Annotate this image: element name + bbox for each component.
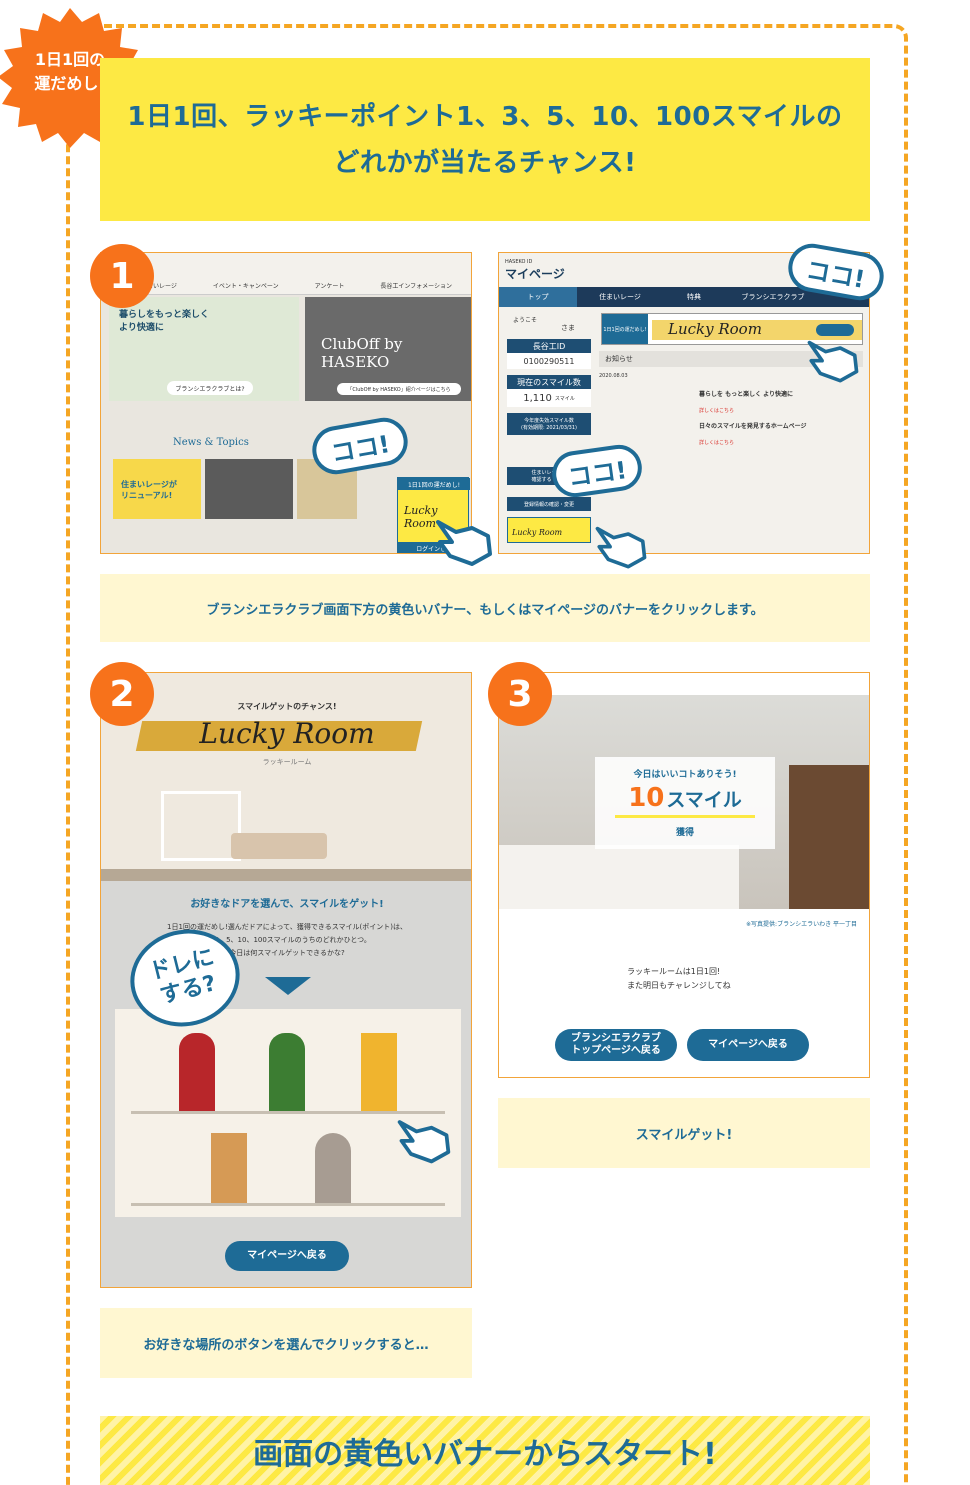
bottom-banner: 画面の黄色いバナーからスタート!: [100, 1416, 870, 1485]
tab-tokuten[interactable]: 特典: [663, 287, 725, 307]
mypage-screenshot: HASEKO ID マイページ トップ 住まいレージ 特典 ブランシエラクラブ …: [498, 252, 870, 554]
id-value: 0100290511: [507, 353, 591, 369]
door-gray[interactable]: [315, 1133, 351, 1203]
caption-1: ブランシエラクラブ画面下方の黄色いバナー、もしくはマイページのバナーをクリックし…: [100, 574, 870, 642]
headline-line2: どれかが当たるチャンス!: [333, 147, 637, 178]
door-green[interactable]: [269, 1033, 305, 1111]
nav-item[interactable]: 長谷工インフォメーション: [380, 281, 452, 290]
door-red[interactable]: [179, 1033, 215, 1111]
tab-sumaireji[interactable]: 住まいレージ: [577, 287, 663, 307]
sofa: [231, 833, 327, 859]
result-get: 獲得: [675, 828, 694, 838]
notice2-title: 日々のスマイルを発見するホームページ: [699, 423, 807, 430]
result-card: 今日はいいコトありそう! 10 スマイル 獲得: [595, 757, 775, 849]
smile-box: 1,110 スマイル: [507, 389, 591, 407]
notice1-title: 暮らしを もっと楽しく より快適に: [699, 391, 794, 398]
step2-back-button[interactable]: マイページへ戻る: [225, 1241, 349, 1271]
lucky-banner-text: Lucky Room: [668, 320, 762, 338]
caption-2: お好きな場所のボタンを選んでクリックすると…: [100, 1308, 472, 1378]
step3-screenshot: 今日はいいコトありそう! 10 スマイル 獲得 ※写真提供:ブランシエラいわき …: [498, 672, 870, 1078]
bed: [499, 845, 739, 909]
pointer-hand-icon: [397, 1120, 451, 1164]
wood-wall: [789, 765, 869, 909]
smile-label: 現在のスマイル数: [507, 375, 591, 389]
step2-sub-top: スマイルゲットのチャンス!: [237, 702, 337, 711]
door-yellow[interactable]: [361, 1033, 397, 1111]
result-unit: スマイル: [666, 789, 742, 811]
headline-box: 1日1回、ラッキーポイント1、3、5、10、100スマイルの どれかが当たるチャ…: [100, 58, 870, 221]
mypage-back-button[interactable]: マイページへ戻る: [687, 1029, 809, 1061]
tab-top[interactable]: トップ: [499, 287, 577, 307]
lucky-room-header: スマイルゲットのチャンス! Lucky Room ラッキールーム: [101, 673, 471, 881]
result-top: 今日はいいコトありそう!: [633, 770, 737, 780]
nav-item[interactable]: アンケート: [315, 281, 345, 290]
cluboff-title: ClubOff by HASEKO: [321, 335, 403, 371]
smile-unit: スマイル: [554, 395, 575, 402]
mypage-title: マイページ: [505, 267, 565, 281]
news-title: News & Topics: [173, 437, 249, 448]
result-msg1: ラッキールームは1日1回!: [627, 967, 721, 976]
pointer-hand-icon: [595, 526, 647, 569]
step2-title: Lucky Room: [199, 717, 375, 750]
id-label: 長谷工ID: [507, 339, 591, 353]
bottom-banner-text: 画面の黄色いバナーからスタート!: [253, 1437, 717, 1472]
step2-kana: ラッキールーム: [262, 758, 312, 766]
hero-image: 暮らしをもっと楽しく より快適に ブランシエラクラブとは?: [109, 297, 299, 401]
result-msg2: また明日もチャレンジしてね: [627, 981, 731, 990]
step1-number: 1: [90, 244, 154, 308]
nav-item[interactable]: イベント・キャンペーン: [213, 281, 279, 290]
smile-value: 1,110: [523, 392, 552, 404]
welcome-text: ようこそ: [513, 317, 538, 324]
bottom-lucky: Lucky Room: [512, 528, 563, 537]
news-card-cluboff[interactable]: [205, 459, 293, 519]
result-amount-row: 10 スマイル: [595, 783, 775, 813]
sama-text: さま: [561, 324, 575, 332]
news-card[interactable]: 住まいレージが リニューアル!: [113, 459, 201, 519]
hero-button[interactable]: ブランシエラクラブとは?: [167, 381, 253, 395]
pointer-hand-icon: [807, 340, 859, 383]
page: 1日1回の 運だめし! 1日1回、ラッキーポイント1、3、5、10、100スマイ…: [0, 0, 970, 1485]
banner-title: 1日1回の運だめし!: [398, 478, 470, 490]
photo-credit: ※写真提供:ブランシエラいわき 平一丁目: [746, 921, 857, 928]
step1-nav: 住まいレージ イベント・キャンペーン アンケート 長谷工インフォメーション: [141, 281, 452, 290]
lucky-banner-small: 1日1回の運だめし!: [602, 314, 648, 344]
result-message: ラッキールームは1日1回! また明日もチャレンジしてね: [627, 965, 731, 993]
result-amount: 10: [628, 783, 665, 813]
expire-label: 今年度失効スマイル数 (有効期限: 2021/03/31): [507, 413, 591, 435]
notice1-link[interactable]: 詳しくはこちら: [699, 407, 734, 414]
cluboff-link[interactable]: 「ClubOff by HASEKO」紹介ページはこちら: [337, 383, 461, 395]
pointer-hand-icon: [436, 520, 492, 566]
door-wood[interactable]: [211, 1133, 247, 1203]
step2-heading: お好きなドアを選んで、スマイルをゲット!: [190, 899, 384, 910]
mypage-bottom-banner[interactable]: Lucky Room: [507, 517, 591, 543]
step3-number: 3: [488, 662, 552, 726]
club-top-button[interactable]: ブランシエラクラブ トップページへ戻る: [555, 1029, 677, 1061]
side-link-2[interactable]: 登録情報の確認・変更: [507, 497, 591, 511]
arrow-down-icon: [265, 977, 311, 995]
notice-date: 2020.08.03: [599, 373, 628, 379]
hero-text: 暮らしをもっと楽しく より快適に: [119, 310, 210, 333]
headline-line1: 1日1回、ラッキーポイント1、3、5、10、100スマイルの: [127, 101, 843, 132]
news-card-label: 住まいレージが リニューアル!: [121, 480, 177, 500]
caption-3: スマイルゲット!: [498, 1098, 870, 1168]
cluboff-image: ClubOff by HASEKO 「ClubOff by HASEKO」紹介ペ…: [305, 297, 471, 401]
notice2-link[interactable]: 詳しくはこちら: [699, 439, 734, 446]
step2-number: 2: [90, 662, 154, 726]
step1-screenshot: 住まいレージ イベント・キャンペーン アンケート 長谷工インフォメーション 暮ら…: [100, 252, 472, 554]
